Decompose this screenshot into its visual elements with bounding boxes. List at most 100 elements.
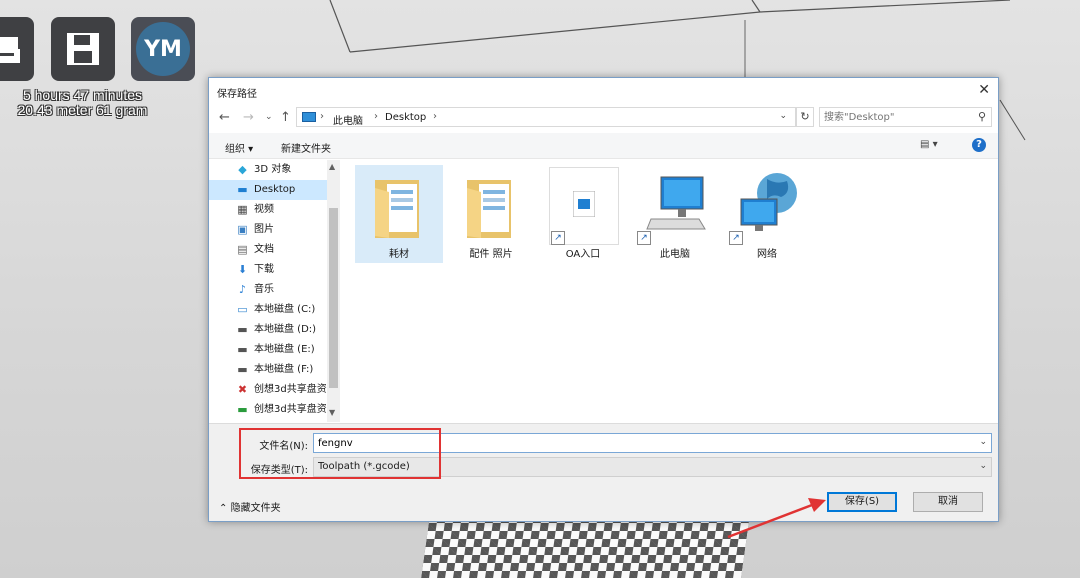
hide-folders-toggle[interactable]: ⌃ 隐藏文件夹 [219, 499, 281, 514]
nav-item-label: 创想3d共享盘资 [254, 404, 327, 415]
file-item-folder-consumables[interactable]: 耗材 [355, 165, 443, 263]
drive-icon: ▬ [237, 363, 248, 376]
network-drive-disconnected-icon: ✖ [237, 383, 248, 396]
network-drive-icon: ▬ [237, 403, 248, 416]
computer-icon [646, 176, 706, 230]
file-item-this-pc[interactable]: ↗ 此电脑 [631, 165, 719, 263]
system-drive-icon: ▭ [237, 303, 248, 316]
scroll-down-icon[interactable]: ▼ [329, 408, 335, 417]
open-button[interactable] [0, 17, 34, 81]
music-icon: ♪ [238, 283, 247, 296]
breadcrumb-this-pc[interactable]: 此电脑 [333, 112, 363, 127]
print-material: 20.43 meter 61 gram [17, 102, 148, 118]
nav-scrollbar[interactable]: ▲ ▼ [327, 160, 340, 422]
scroll-up-icon[interactable]: ▲ [329, 162, 335, 171]
address-bar[interactable]: › 此电脑 › Desktop › ⌄ [296, 107, 796, 127]
nav-item-label: 文档 [254, 244, 274, 255]
breadcrumb-separator: › [433, 111, 437, 122]
navigation-pane: ◆ 3D 对象 ▬ Desktop ▦ 视频 ▣ 图片 ▤ 文档 ⬇ 下载 ♪ … [209, 160, 341, 422]
file-item-network[interactable]: ↗ 网络 [723, 165, 811, 263]
drive-icon: ▬ [237, 323, 248, 336]
build-plate [420, 515, 750, 578]
nav-item-3d-objects[interactable]: ◆ 3D 对象 [209, 160, 327, 180]
forward-arrow-icon[interactable]: → [243, 110, 254, 125]
desktop-icon: ▬ [237, 183, 248, 196]
account-button[interactable]: YM [131, 17, 195, 81]
close-icon[interactable]: ✕ [978, 82, 990, 98]
nav-item-label: 本地磁盘 (D:) [254, 324, 317, 335]
nav-item-desktop[interactable]: ▬ Desktop [209, 180, 327, 200]
nav-item-label: Desktop [254, 184, 296, 195]
nav-item-drive-d[interactable]: ▬ 本地磁盘 (D:) [209, 320, 327, 340]
shortcut-arrow-icon: ↗ [729, 231, 743, 245]
file-item-folder-parts-photos[interactable]: 配件 照片 [447, 165, 535, 263]
search-input[interactable] [824, 110, 964, 124]
nav-item-network-drive-2[interactable]: ▬ 创想3d共享盘资 [209, 400, 327, 420]
file-label: 耗材 [389, 249, 409, 260]
search-icon: ⚲ [977, 110, 986, 123]
help-icon[interactable]: ? [972, 138, 986, 152]
up-arrow-icon[interactable]: ↑ [280, 110, 291, 125]
nav-item-videos[interactable]: ▦ 视频 [209, 200, 327, 220]
nav-item-label: 下载 [254, 264, 274, 275]
shortcut-arrow-icon: ↗ [637, 231, 651, 245]
nav-item-label: 3D 对象 [254, 164, 292, 175]
print-estimate: 5 hours 47 minutes 20.43 meter 61 gram [0, 88, 165, 118]
avatar: YM [136, 22, 190, 76]
network-icon [740, 173, 797, 231]
nav-item-documents[interactable]: ▤ 文档 [209, 240, 327, 260]
nav-item-drive-c[interactable]: ▭ 本地磁盘 (C:) [209, 300, 327, 320]
navigation-row: ← → ⌄ ↑ › 此电脑 › Desktop › ⌄ ↻ ⚲ [209, 105, 998, 131]
nav-item-network-drive-1[interactable]: ✖ 创想3d共享盘资 [209, 380, 327, 400]
nav-item-label: 创想3d共享盘资 [254, 384, 327, 395]
refresh-icon[interactable]: ↻ [796, 107, 814, 127]
new-folder-button[interactable]: 新建文件夹 [281, 140, 331, 155]
file-label: 网络 [757, 249, 777, 260]
print-time: 5 hours 47 minutes [22, 87, 143, 103]
downloads-icon: ⬇ [237, 263, 248, 276]
hide-folders-label: 隐藏文件夹 [230, 503, 281, 514]
nav-item-label: 音乐 [254, 284, 274, 295]
video-icon: ▦ [237, 203, 248, 216]
nav-item-music[interactable]: ♪ 音乐 [209, 280, 327, 300]
breadcrumb-separator: › [320, 111, 324, 122]
save-disk-icon [67, 33, 99, 65]
scroll-thumb[interactable] [329, 208, 338, 388]
view-options-icon[interactable]: ▤ ▾ [920, 139, 938, 150]
dialog-title: 保存路径 [217, 89, 257, 100]
nav-item-label: 本地磁盘 (C:) [254, 304, 316, 315]
file-item-oa-shortcut[interactable]: ↗ OA入口 [539, 165, 627, 263]
nav-item-label: 图片 [254, 224, 274, 235]
file-type-dropdown-icon[interactable]: ⌄ [979, 461, 987, 471]
shortcut-file-icon [573, 191, 595, 217]
file-label: 此电脑 [660, 249, 690, 260]
command-bar: 组织 ▾ 新建文件夹 ▤ ▾ ? [209, 133, 998, 159]
nav-item-label: 本地磁盘 (E:) [254, 344, 315, 355]
drive-icon: ▬ [237, 343, 248, 356]
open-file-icon [0, 37, 20, 63]
back-arrow-icon[interactable]: ← [219, 110, 230, 125]
nav-item-label: 视频 [254, 204, 274, 215]
nav-item-pictures[interactable]: ▣ 图片 [209, 220, 327, 240]
save-button[interactable]: 保存(S) [827, 492, 897, 512]
search-box[interactable]: ⚲ [819, 107, 992, 127]
breadcrumb-separator: › [374, 111, 378, 122]
title-bar: 保存路径 ✕ [209, 78, 998, 104]
nav-item-label: 本地磁盘 (F:) [254, 364, 314, 375]
chevron-up-icon: ⌃ [219, 503, 228, 514]
nav-item-drive-f[interactable]: ▬ 本地磁盘 (F:) [209, 360, 327, 380]
3d-objects-icon: ◆ [238, 163, 247, 176]
nav-item-drive-e[interactable]: ▬ 本地磁盘 (E:) [209, 340, 327, 360]
address-dropdown-icon[interactable]: ⌄ [779, 111, 787, 121]
computer-small-icon [302, 112, 316, 122]
nav-item-downloads[interactable]: ⬇ 下载 [209, 260, 327, 280]
folder-icon [467, 180, 511, 238]
save-button-toolbar[interactable] [51, 17, 115, 81]
file-list: 耗材 配件 照片 ↗ OA入口 ↗ 此电脑 ↗ 网络 [341, 160, 998, 422]
breadcrumb-desktop[interactable]: Desktop [385, 112, 426, 123]
cancel-button[interactable]: 取消 [913, 492, 983, 512]
recent-locations-chevron-icon[interactable]: ⌄ [265, 112, 273, 122]
file-name-dropdown-icon[interactable]: ⌄ [979, 437, 987, 447]
folder-icon [375, 180, 419, 238]
organize-menu[interactable]: 组织 ▾ [225, 140, 253, 155]
